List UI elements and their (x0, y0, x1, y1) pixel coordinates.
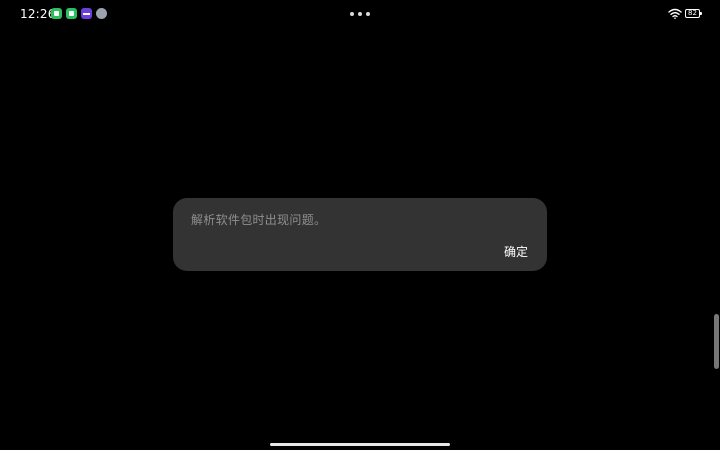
home-indicator[interactable] (270, 443, 450, 446)
purple-app-icon (81, 8, 92, 19)
dot-icon (366, 12, 370, 16)
status-bar: 12:26 82 (0, 0, 720, 28)
battery-icon: 82 (685, 9, 702, 18)
notification-icons (51, 8, 107, 19)
wechat-icon (66, 8, 77, 19)
confirm-button[interactable]: 确定 (504, 243, 528, 260)
dot-icon (350, 12, 354, 16)
dialog-message: 解析软件包时出现问题。 (191, 213, 327, 227)
side-scroll-handle[interactable] (714, 314, 719, 369)
error-dialog: 解析软件包时出现问题。 确定 (173, 198, 547, 271)
wifi-icon (668, 8, 682, 19)
more-options-icon[interactable] (350, 12, 370, 16)
avatar-app-icon (96, 8, 107, 19)
dot-icon (358, 12, 362, 16)
message-app-icon (51, 8, 62, 19)
screen: 12:26 82 解析软件包时出现问题。 确定 (0, 0, 720, 450)
